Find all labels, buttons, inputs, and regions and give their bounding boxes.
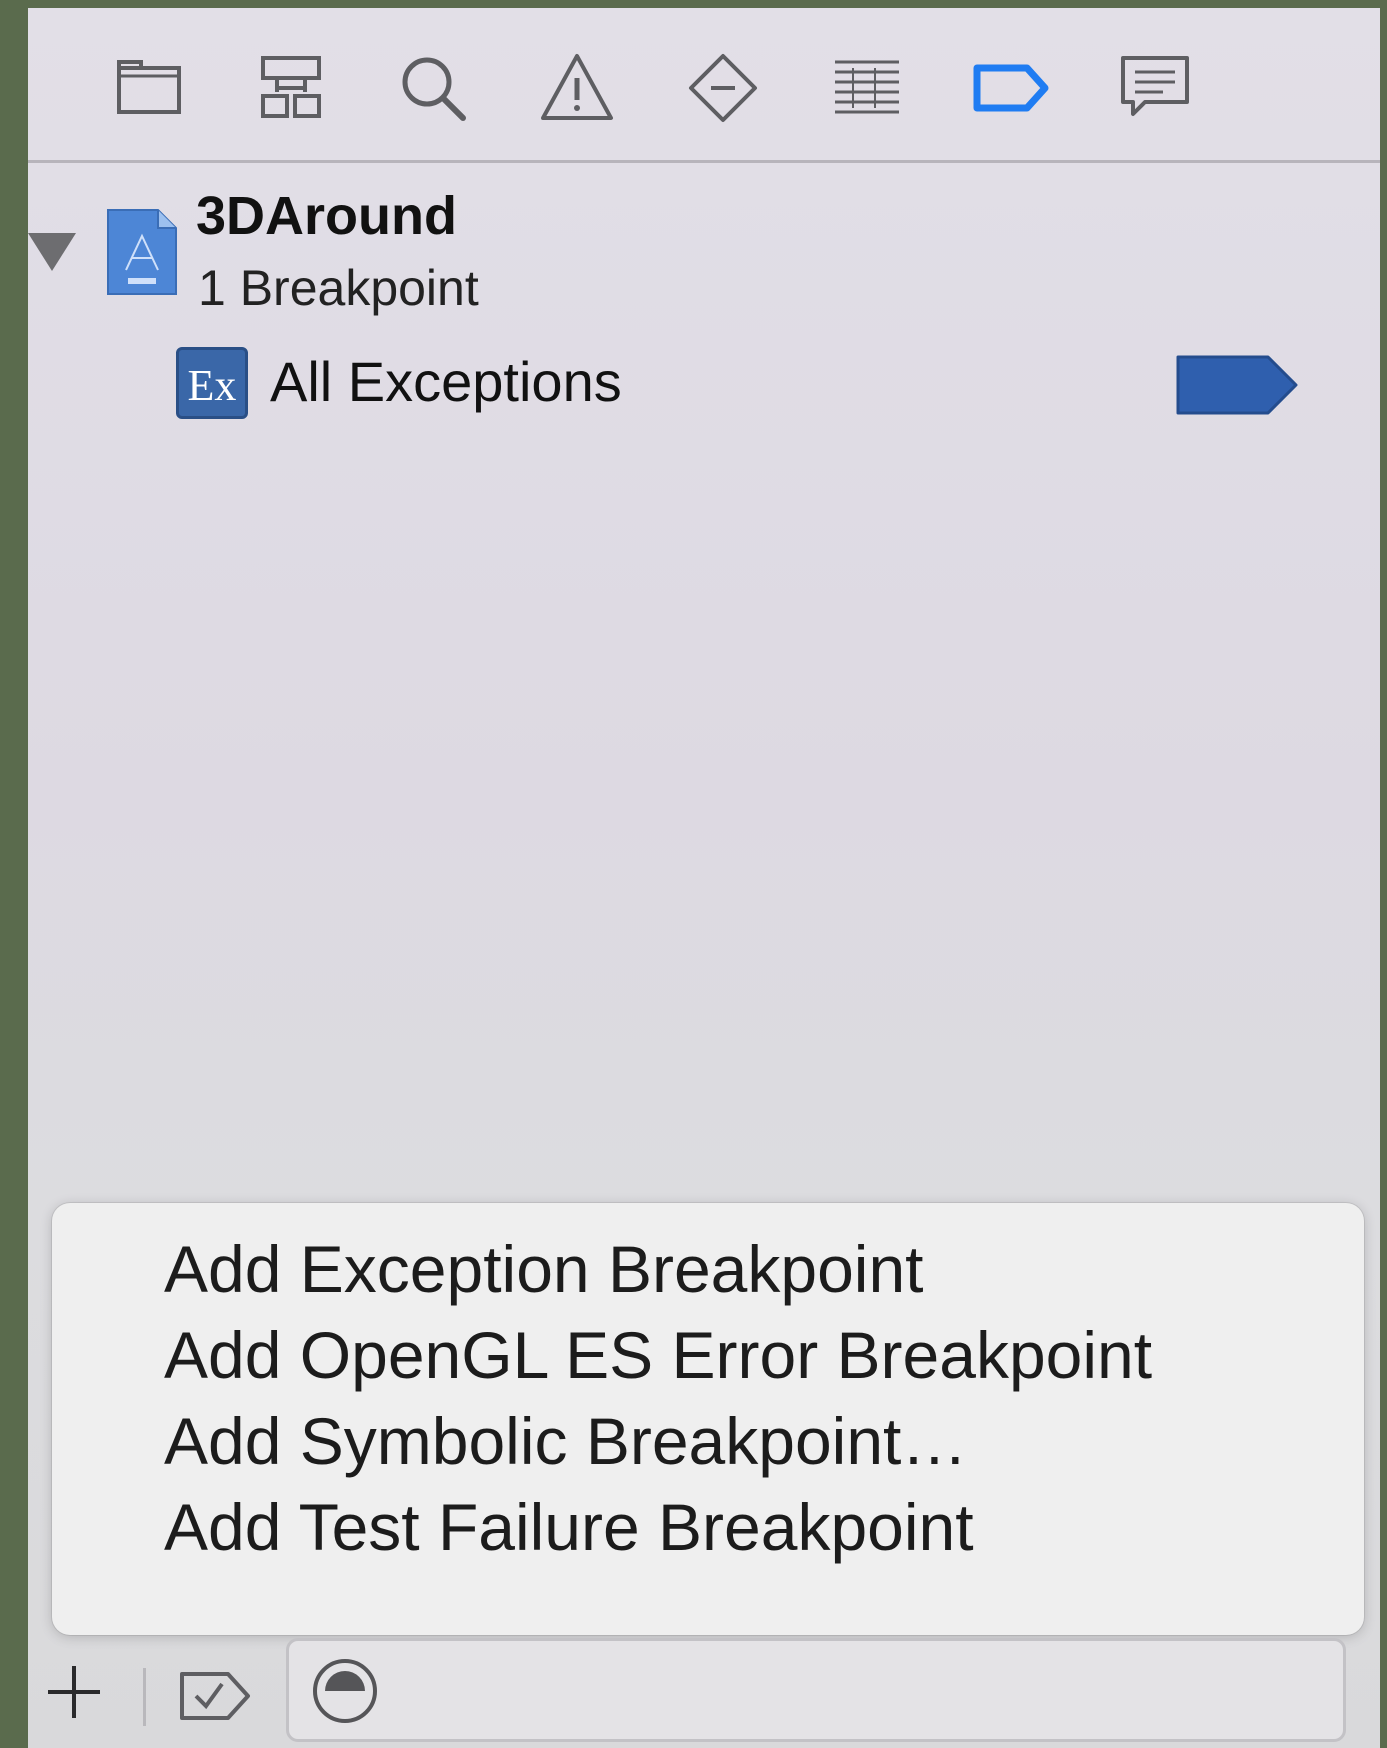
debug-navigator-icon[interactable]	[822, 43, 912, 133]
show-enabled-breakpoints-icon[interactable]	[178, 1668, 254, 1724]
breakpoint-flag-icon[interactable]	[1176, 353, 1300, 417]
report-navigator-icon[interactable]	[1110, 43, 1200, 133]
add-button[interactable]	[42, 1660, 106, 1724]
filter-input[interactable]	[399, 1661, 1323, 1723]
project-name[interactable]: 3DAround	[196, 185, 457, 247]
filter-field[interactable]	[286, 1638, 1346, 1742]
menu-item-add-opengl-es-error-breakpoint[interactable]: Add OpenGL ES Error Breakpoint	[164, 1317, 1152, 1393]
toolbar-divider	[143, 1668, 146, 1726]
menu-item-add-exception-breakpoint[interactable]: Add Exception Breakpoint	[164, 1231, 923, 1307]
test-navigator-icon[interactable]	[678, 43, 768, 133]
menu-item-add-test-failure-breakpoint[interactable]: Add Test Failure Breakpoint	[164, 1489, 974, 1565]
breakpoint-navigator-icon[interactable]	[966, 43, 1056, 133]
filter-icon	[313, 1659, 377, 1723]
exception-icon: Ex	[176, 347, 248, 419]
symbol-navigator-icon[interactable]	[246, 43, 336, 133]
issue-navigator-icon[interactable]	[532, 43, 622, 133]
menu-item-add-symbolic-breakpoint[interactable]: Add Symbolic Breakpoint…	[164, 1403, 967, 1479]
disclosure-triangle-icon[interactable]	[28, 233, 76, 271]
find-navigator-icon[interactable]	[388, 43, 478, 133]
project-navigator-icon[interactable]	[104, 43, 194, 133]
navigator-bottom-bar	[28, 1638, 1380, 1748]
project-file-icon	[107, 209, 177, 295]
breakpoint-navigator-panel: 3DAround 1 Breakpoint Ex All Exceptions …	[28, 8, 1380, 1748]
add-breakpoint-menu: Add Exception Breakpoint Add OpenGL ES E…	[52, 1203, 1364, 1635]
navigator-toolbar	[28, 8, 1380, 163]
breakpoint-row[interactable]: Ex All Exceptions	[28, 343, 1380, 423]
breakpoint-label: All Exceptions	[270, 350, 622, 413]
breakpoint-count: 1 Breakpoint	[198, 260, 479, 316]
